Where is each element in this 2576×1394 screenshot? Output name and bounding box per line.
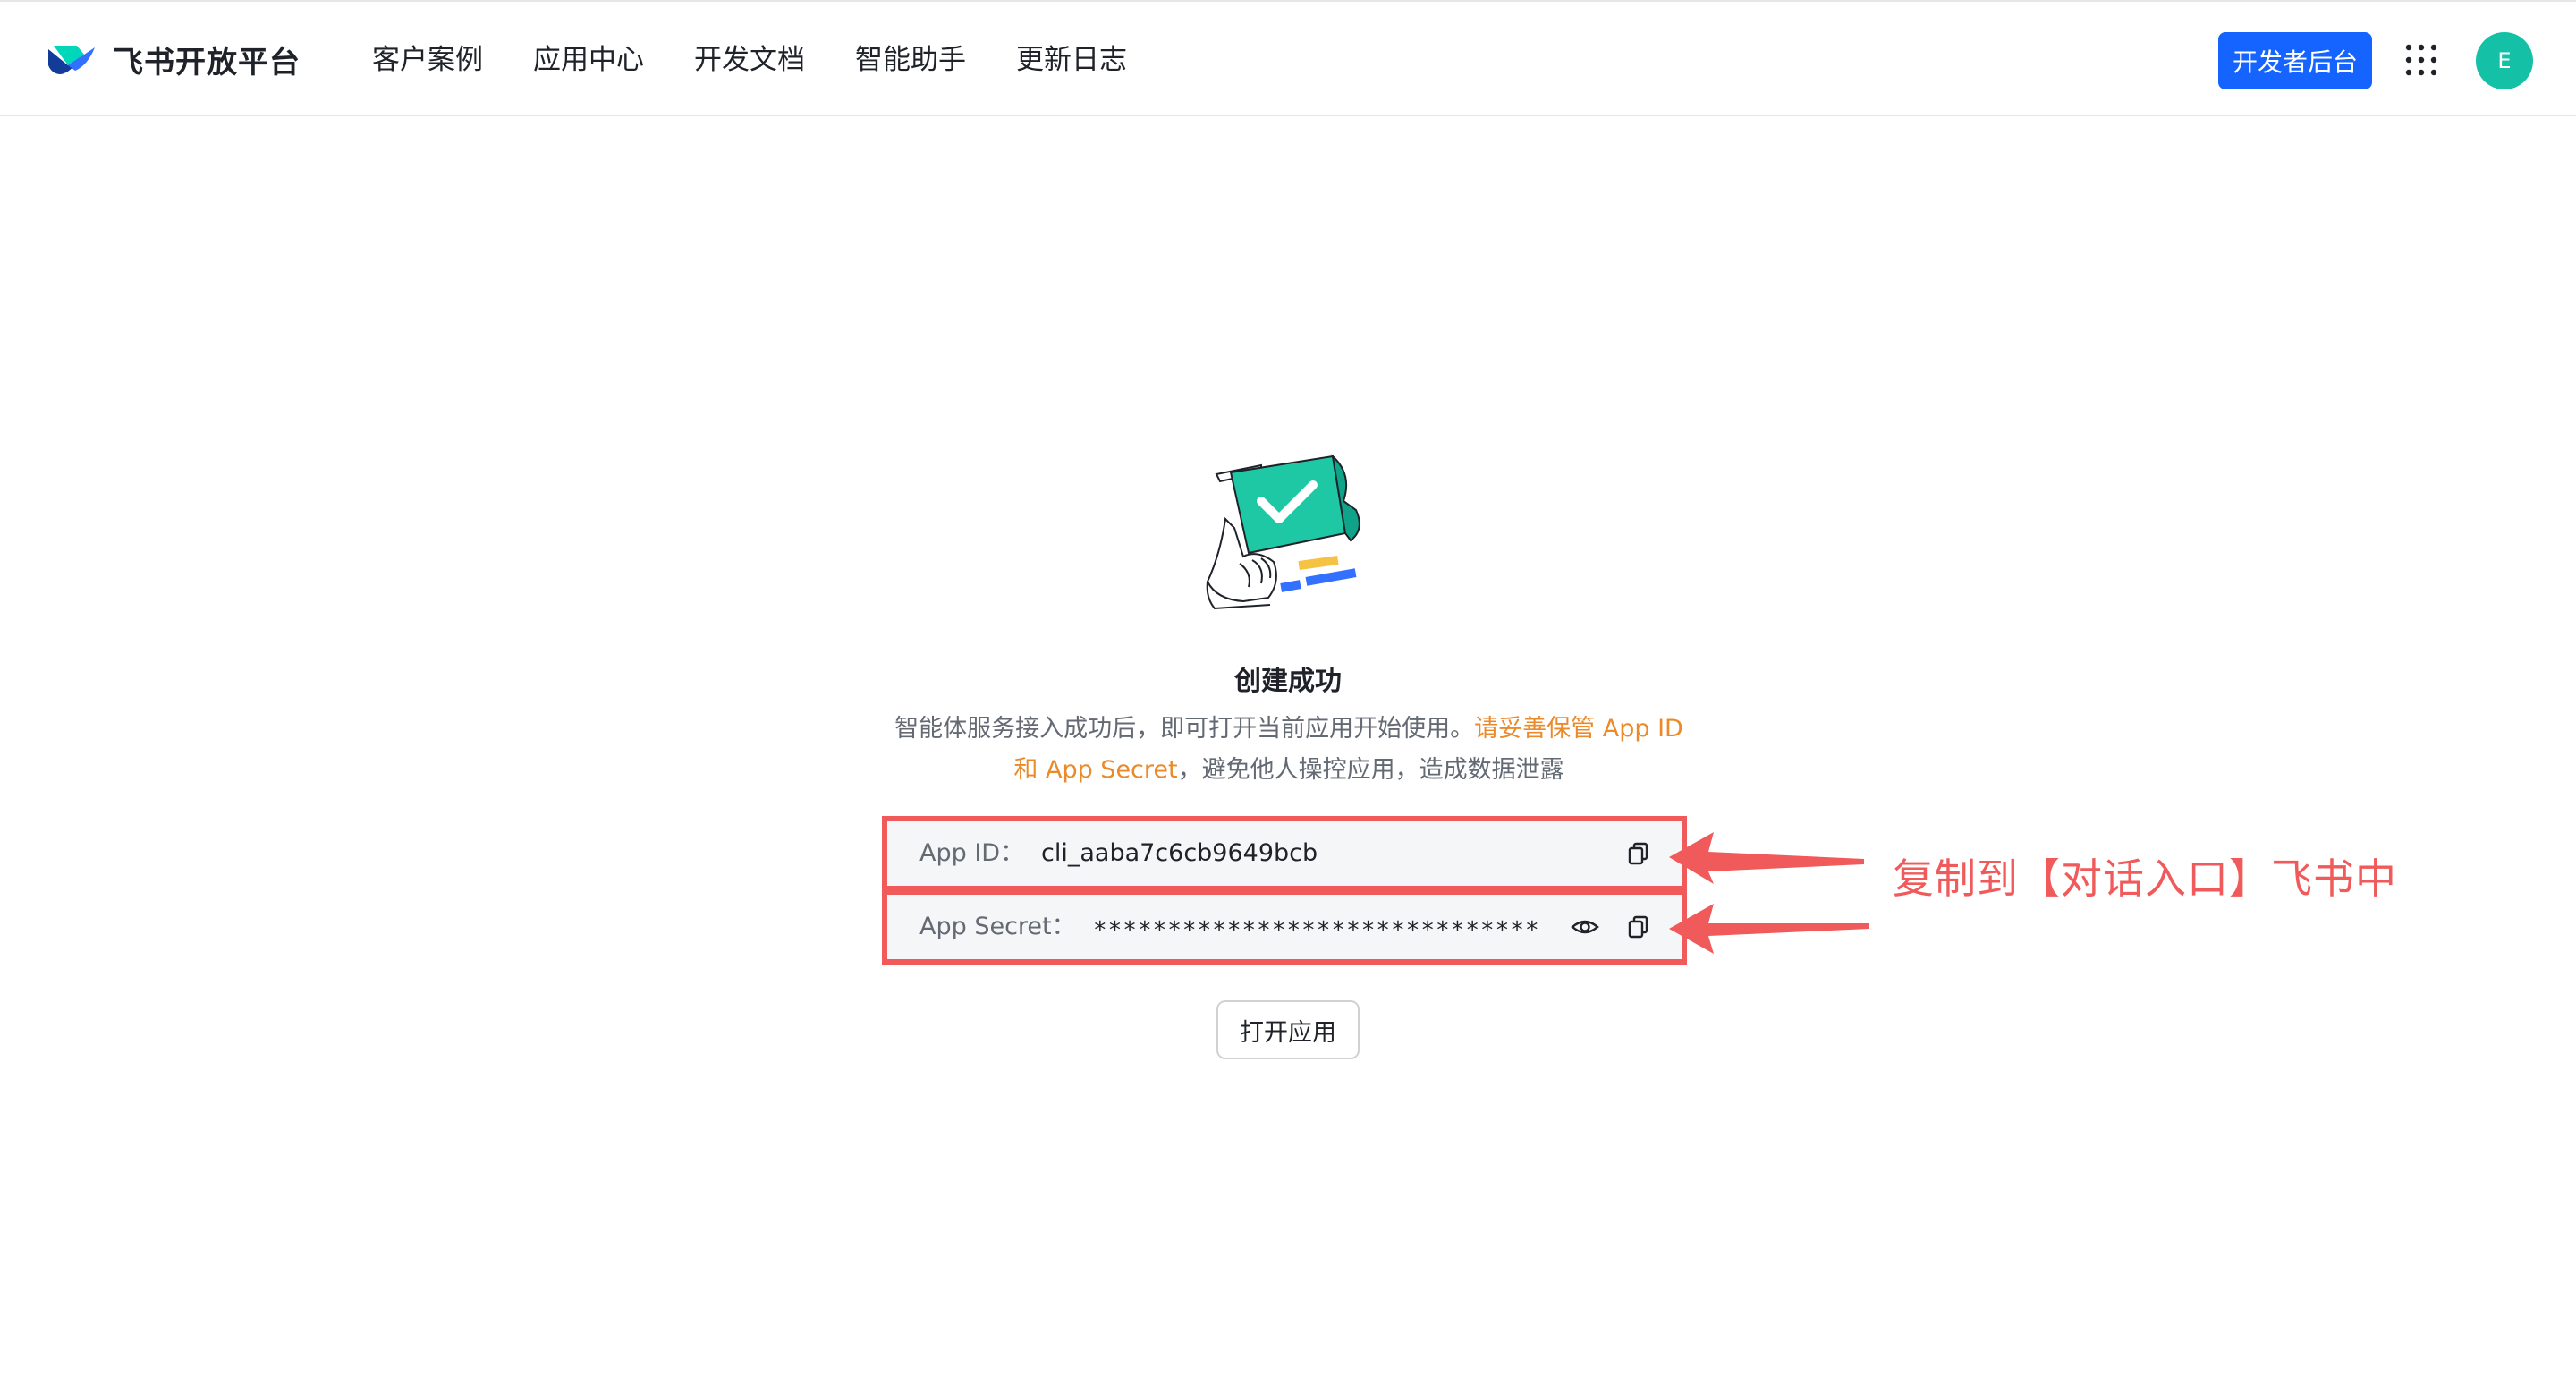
logo-text: 飞书开放平台 bbox=[113, 45, 301, 81]
user-avatar[interactable]: E bbox=[2476, 32, 2533, 89]
copy-icon[interactable] bbox=[1624, 913, 1653, 941]
description-text: 智能体服务接入成功后，即可打开当前应用开始使用。 bbox=[894, 715, 1475, 743]
app-secret-value[interactable]: ****************************** bbox=[1093, 898, 1540, 963]
copy-icon[interactable] bbox=[1624, 839, 1653, 868]
feishu-logo-icon bbox=[48, 45, 95, 74]
eye-icon[interactable] bbox=[1571, 913, 1599, 941]
main-nav: 客户案例 应用中心 开发文档 智能助手 更新日志 bbox=[372, 41, 1127, 79]
annotation-arrows bbox=[1669, 832, 1869, 954]
feishu-logo[interactable]: 飞书开放平台 bbox=[45, 38, 301, 81]
nav-item-changelog[interactable]: 更新日志 bbox=[1016, 41, 1127, 79]
app-secret-label: App Secret： bbox=[919, 913, 1076, 940]
arrow-to-app-secret-icon bbox=[1669, 904, 1869, 954]
app-secret-row: App Secret： ****************************… bbox=[882, 889, 1687, 965]
app-grid-icon[interactable] bbox=[2404, 43, 2438, 77]
nav-item-ai-assistant[interactable]: 智能助手 bbox=[855, 41, 966, 79]
success-illustration bbox=[1206, 454, 1360, 610]
success-title: 创建成功 bbox=[1234, 666, 1342, 697]
nav-item-dev-docs[interactable]: 开发文档 bbox=[694, 41, 805, 79]
success-description: 智能体服务接入成功后，即可打开当前应用开始使用。请妥善保管 App ID 和 A… bbox=[891, 709, 1687, 791]
top-navigation-bar: 飞书开放平台 客户案例 应用中心 开发文档 智能助手 更新日志 开发者后台 E bbox=[0, 0, 2576, 116]
copy-annotation: 复制到【对话入口】飞书中 bbox=[1893, 854, 2397, 903]
nav-item-customer-cases[interactable]: 客户案例 bbox=[372, 41, 483, 79]
open-app-button[interactable]: 打开应用 bbox=[1216, 1000, 1360, 1059]
app-id-row: App ID： cli_aaba7c6cb9649bcb bbox=[882, 816, 1687, 891]
description-tail: ，避免他人操控应用，造成数据泄露 bbox=[1177, 756, 1564, 784]
developer-console-button[interactable]: 开发者后台 bbox=[2218, 32, 2372, 89]
app-id-label: App ID： bbox=[919, 839, 1025, 867]
app-id-value[interactable]: cli_aaba7c6cb9649bcb bbox=[1041, 821, 1318, 886]
nav-item-app-center[interactable]: 应用中心 bbox=[533, 41, 644, 79]
arrow-to-app-id-icon bbox=[1669, 832, 1864, 884]
